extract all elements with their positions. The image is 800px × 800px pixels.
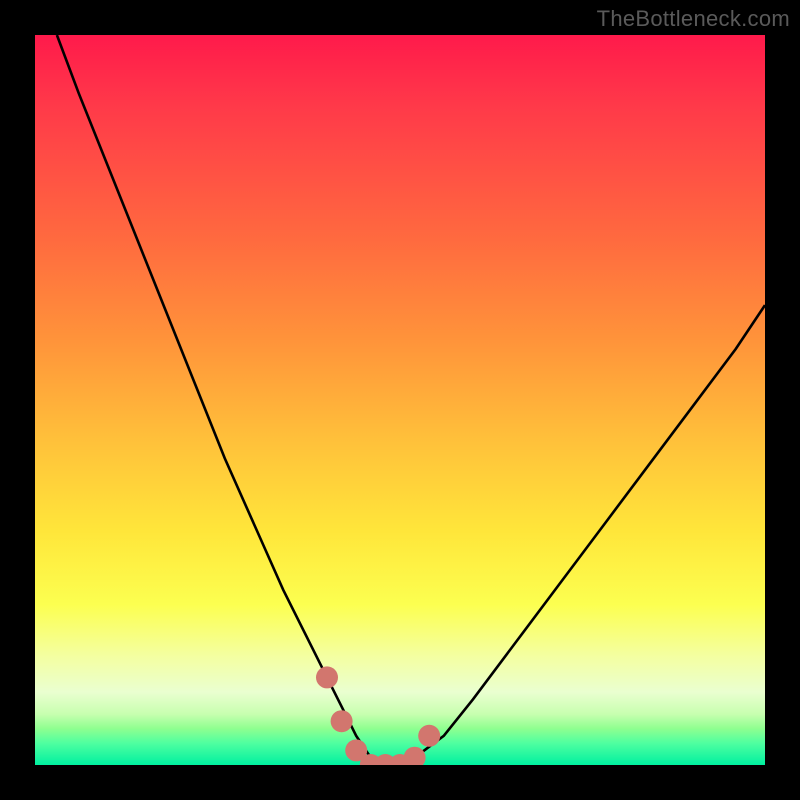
- watermark-text: TheBottleneck.com: [597, 6, 790, 32]
- curve-path: [57, 35, 765, 765]
- optimal-marker: [316, 666, 338, 688]
- optimal-marker: [331, 710, 353, 732]
- optimal-marker: [418, 725, 440, 747]
- bottleneck-curve: [57, 35, 765, 765]
- optimal-marker: [404, 747, 426, 765]
- curve-layer: [35, 35, 765, 765]
- chart-frame: TheBottleneck.com: [0, 0, 800, 800]
- plot-area: [35, 35, 765, 765]
- optimal-range-markers: [316, 666, 440, 765]
